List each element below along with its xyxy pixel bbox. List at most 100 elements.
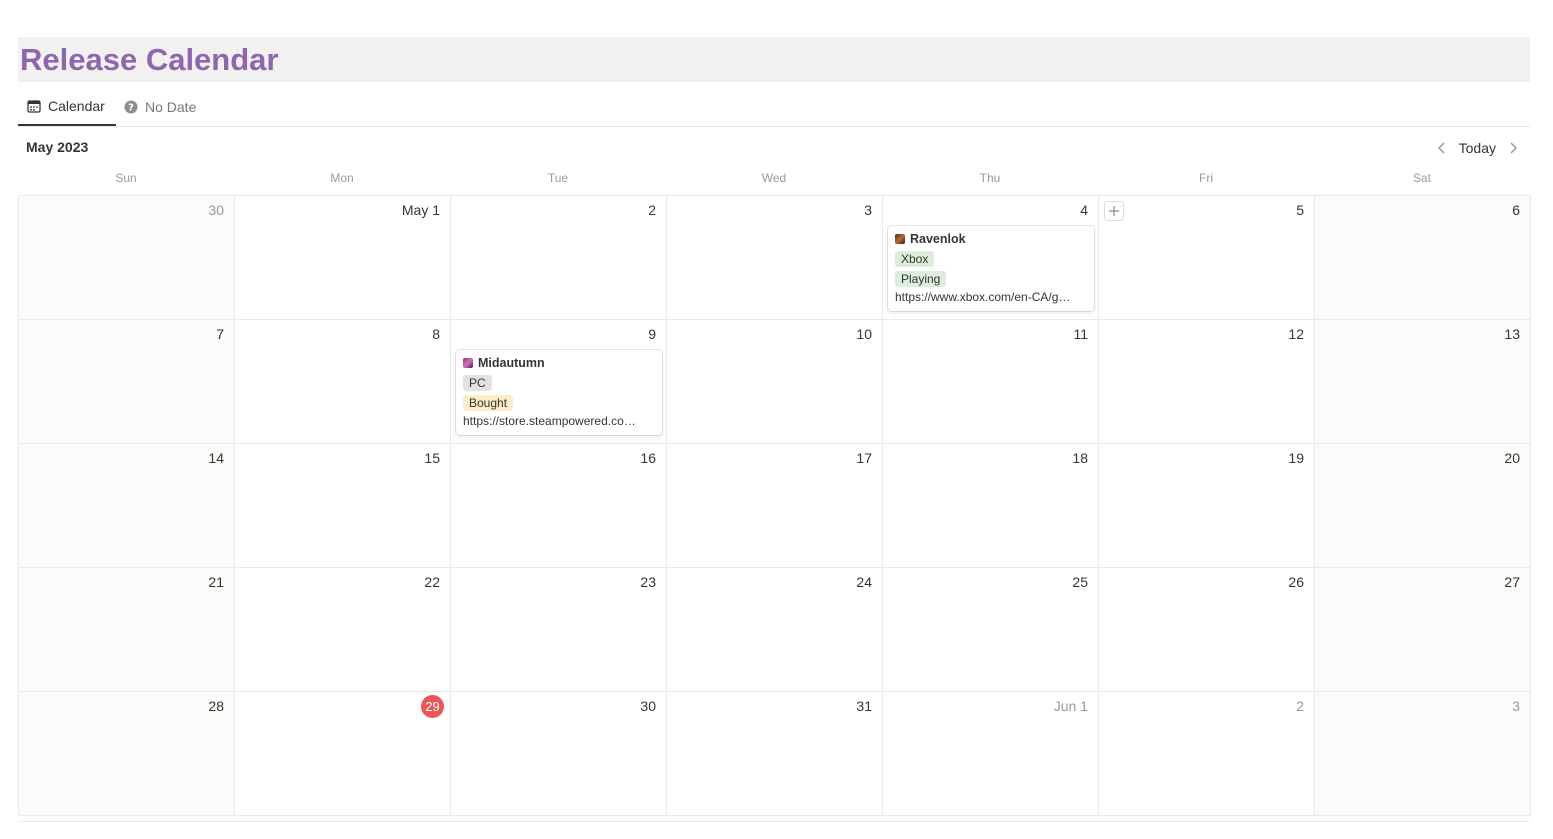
weekday-label: Mon: [330, 171, 354, 185]
weekday-label: Tue: [547, 171, 569, 185]
status-tag: Playing: [895, 271, 947, 287]
event-card-midautumn[interactable]: Midautumn PC Bought https://store.steamp…: [456, 350, 662, 435]
day-number: 31: [856, 698, 872, 714]
add-event-button[interactable]: [1104, 201, 1124, 221]
platform-tag: PC: [463, 375, 492, 391]
calendar-nav: Today: [1433, 136, 1522, 160]
day-cell[interactable]: 3: [667, 196, 883, 320]
weekday-label: Wed: [761, 171, 787, 185]
day-number: 22: [424, 574, 440, 590]
day-cell[interactable]: 3: [1315, 692, 1531, 816]
day-cell[interactable]: 24: [667, 568, 883, 692]
weekday-label: Thu: [979, 171, 1001, 185]
view-tabs: Calendar ? No Date: [18, 88, 1530, 127]
day-number: 15: [424, 450, 440, 466]
day-cell[interactable]: 30: [451, 692, 667, 816]
day-cell[interactable]: 27: [1315, 568, 1531, 692]
day-cell[interactable]: 19: [1099, 444, 1315, 568]
game-icon: [895, 233, 905, 244]
page-title[interactable]: Release Calendar: [20, 41, 278, 79]
weekday-header: Sun Mon Tue Wed Thu Fri Sat: [18, 171, 1530, 189]
page-header: Release Calendar: [18, 37, 1530, 82]
day-number: 6: [1512, 202, 1520, 218]
day-cell[interactable]: 6: [1315, 196, 1531, 320]
day-cell[interactable]: 11: [883, 320, 1099, 444]
game-icon: [463, 357, 473, 368]
day-number: 8: [432, 326, 440, 342]
platform-tag: Xbox: [895, 251, 935, 267]
day-cell[interactable]: 16: [451, 444, 667, 568]
day-number: 13: [1504, 326, 1520, 342]
svg-text:?: ?: [128, 103, 134, 114]
status-tag: Bought: [463, 395, 514, 411]
day-number: 3: [1512, 698, 1520, 714]
day-cell[interactable]: 5: [1099, 196, 1315, 320]
day-number: 28: [208, 698, 224, 714]
day-cell[interactable]: 7: [19, 320, 235, 444]
day-cell[interactable]: May 1: [235, 196, 451, 320]
day-number: 21: [208, 574, 224, 590]
day-cell[interactable]: 31: [667, 692, 883, 816]
tab-no-date[interactable]: ? No Date: [124, 88, 196, 126]
day-cell[interactable]: 28: [19, 692, 235, 816]
event-url[interactable]: https://store.steampowered.co…: [463, 414, 653, 428]
month-label: May 2023: [26, 139, 89, 155]
day-cell[interactable]: 23: [451, 568, 667, 692]
question-circle-icon: ?: [124, 100, 138, 114]
chevron-right-icon[interactable]: [1504, 139, 1522, 157]
day-cell[interactable]: 29: [235, 692, 451, 816]
event-title: Ravenlok: [895, 231, 1087, 246]
day-number: 9: [648, 326, 656, 342]
day-cell[interactable]: 13: [1315, 320, 1531, 444]
day-cell[interactable]: 20: [1315, 444, 1531, 568]
chevron-left-icon[interactable]: [1433, 139, 1451, 157]
day-cell[interactable]: 18: [883, 444, 1099, 568]
day-number: 24: [856, 574, 872, 590]
day-cell[interactable]: 12: [1099, 320, 1315, 444]
day-number: 3: [864, 202, 872, 218]
day-number: 16: [640, 450, 656, 466]
day-cell[interactable]: 21: [19, 568, 235, 692]
day-cell[interactable]: 17: [667, 444, 883, 568]
day-number: 19: [1288, 450, 1304, 466]
calendar-icon: [27, 99, 41, 113]
day-number: 10: [856, 326, 872, 342]
day-number: 11: [1073, 326, 1088, 342]
event-url[interactable]: https://www.xbox.com/en-CA/g…: [895, 290, 1085, 304]
plus-icon: [1109, 206, 1119, 216]
day-number: 20: [1504, 450, 1520, 466]
event-title: Midautumn: [463, 355, 655, 370]
day-number: 26: [1288, 574, 1304, 590]
event-title-text: Midautumn: [478, 355, 545, 370]
weekday-label: Sat: [1412, 171, 1431, 185]
tab-calendar[interactable]: Calendar: [18, 88, 116, 126]
day-cell[interactable]: 30: [19, 196, 235, 320]
day-number: Jun 1: [1053, 698, 1088, 714]
day-cell[interactable]: 4 Ravenlok Xbox Playing https://www.xbox…: [883, 196, 1099, 320]
day-number: 17: [856, 450, 872, 466]
event-card-ravenlok[interactable]: Ravenlok Xbox Playing https://www.xbox.c…: [888, 226, 1094, 311]
weekday-label: Sun: [115, 171, 137, 185]
day-number: May 1: [401, 202, 440, 218]
day-cell[interactable]: 8: [235, 320, 451, 444]
day-cell[interactable]: 10: [667, 320, 883, 444]
weekday-label: Fri: [1199, 171, 1213, 185]
day-number: 23: [640, 574, 656, 590]
day-number: 25: [1072, 574, 1088, 590]
day-number: 5: [1296, 202, 1304, 218]
day-cell[interactable]: 25: [883, 568, 1099, 692]
today-button[interactable]: Today: [1459, 140, 1496, 156]
day-cell[interactable]: 9 Midautumn PC Bought https://store.stea…: [451, 320, 667, 444]
divider: [18, 821, 1530, 822]
day-cell[interactable]: Jun 1: [883, 692, 1099, 816]
day-cell[interactable]: 14: [19, 444, 235, 568]
day-number: 14: [208, 450, 224, 466]
day-cell[interactable]: 22: [235, 568, 451, 692]
day-cell[interactable]: 26: [1099, 568, 1315, 692]
day-number: 30: [208, 202, 224, 218]
day-number: 7: [216, 326, 224, 342]
day-cell[interactable]: 2: [451, 196, 667, 320]
calendar-grid: 30 May 1 2 3 4 Ravenlok Xbox Playing htt…: [18, 195, 1531, 816]
day-cell[interactable]: 2: [1099, 692, 1315, 816]
day-cell[interactable]: 15: [235, 444, 451, 568]
